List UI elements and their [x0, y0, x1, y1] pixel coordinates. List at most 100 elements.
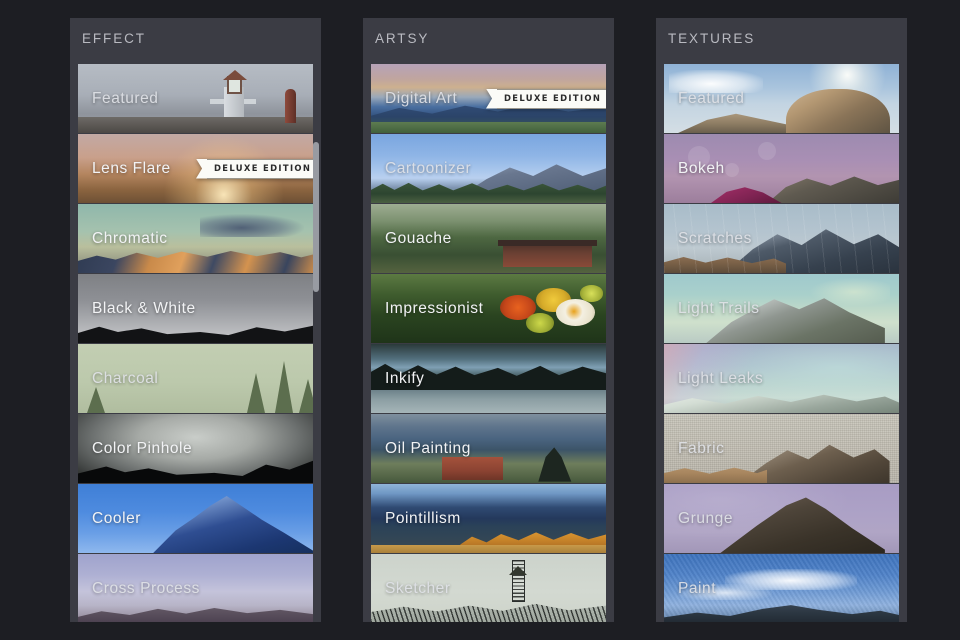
filter-tile-featured[interactable]: Featured [664, 64, 899, 133]
panel-header-textures: TEXTURES [656, 18, 907, 58]
filter-label: Chromatic [92, 229, 168, 247]
badge-label: DELUXE EDITION [214, 163, 312, 174]
filter-tile-cooler[interactable]: Cooler [78, 484, 313, 553]
ridge-shape [78, 250, 313, 273]
filter-tile-gouache[interactable]: Gouache [371, 204, 606, 273]
filter-label: Light Leaks [678, 369, 764, 387]
pine-tree-shape [247, 373, 266, 413]
barn-roof-shape [497, 239, 597, 247]
filter-tile-color-pinhole[interactable]: Color Pinhole [78, 414, 313, 483]
ribbon-body: DELUXE EDITION [207, 158, 313, 179]
pine-tree-shape [275, 361, 294, 413]
panel-header-artsy: ARTSY [363, 18, 614, 58]
vertical-scrollbar-track[interactable] [312, 64, 320, 620]
pine-tree-shape [298, 379, 313, 413]
barn-shape [502, 242, 592, 268]
filter-label: Featured [92, 89, 159, 107]
filter-tile-oil-painting[interactable]: Oil Painting [371, 414, 606, 483]
silo-shape [284, 88, 296, 123]
filter-tile-cross-process[interactable]: Cross Process [78, 554, 313, 622]
filter-tile-scratches[interactable]: Scratches [664, 204, 899, 273]
cloud-shape [200, 213, 304, 238]
ribbon-left-end-icon [486, 88, 497, 109]
panel-title: EFFECT [82, 30, 146, 46]
panel-title: ARTSY [375, 30, 430, 46]
deluxe-edition-badge: DELUXE EDITION [196, 158, 313, 179]
filter-tile-bokeh[interactable]: Bokeh [664, 134, 899, 203]
filter-tile-pointillism[interactable]: Pointillism [371, 484, 606, 553]
filter-tile-light-leaks[interactable]: Light Leaks [664, 344, 899, 413]
filter-label: Grunge [678, 509, 733, 527]
panel-artsy: ARTSY Digital Art DELUXE EDITION Cartoon… [363, 18, 614, 622]
cloud-shape [725, 569, 857, 590]
bokeh-dot-shape [758, 142, 776, 161]
filter-label: Scratches [678, 229, 752, 247]
filter-tile-featured[interactable]: Featured [78, 64, 313, 133]
peak-shape [720, 497, 885, 553]
filter-tile-chromatic[interactable]: Chromatic [78, 204, 313, 273]
flower-cluster-shape [493, 280, 604, 338]
lighthouse-base-shape [78, 117, 313, 133]
lighthouse-roof-shape [508, 565, 527, 575]
filter-tile-black-and-white[interactable]: Black & White [78, 274, 313, 343]
tile-list-effect[interactable]: Featured Lens Flare DELUXE EDITION Chrom… [78, 64, 313, 622]
water-shape [371, 389, 606, 413]
ribbon-left-end-icon [196, 158, 207, 179]
bokeh-dot-shape [725, 162, 740, 177]
tile-list-artsy[interactable]: Digital Art DELUXE EDITION Cartoonizer G… [371, 64, 606, 622]
panel-title: TEXTURES [668, 30, 756, 46]
filter-label: Featured [678, 89, 745, 107]
filter-label: Charcoal [92, 369, 159, 387]
filter-label: Impressionist [385, 299, 484, 317]
filter-tile-cartoonizer[interactable]: Cartoonizer [371, 134, 606, 203]
filter-tile-light-trails[interactable]: Light Trails [664, 274, 899, 343]
house-shape [441, 456, 503, 481]
filter-label: Cross Process [92, 579, 200, 597]
filter-label: Lens Flare [92, 159, 171, 177]
mountain-shape [153, 496, 313, 553]
filter-label: Digital Art [385, 89, 458, 107]
filter-label: Fabric [678, 439, 725, 457]
sketch-hatching-shape [371, 603, 606, 622]
tile-list-textures[interactable]: Featured Bokeh Scratches Light Trails Li… [664, 64, 899, 622]
filter-label: Paint [678, 579, 717, 597]
rock-shape [767, 176, 899, 203]
shore-shape [371, 544, 606, 553]
panel-effect: EFFECT Featured Lens Flare DELUXE EDITIO… [70, 18, 321, 622]
ribbon-body: DELUXE EDITION [497, 88, 606, 109]
filter-tile-inkify[interactable]: Inkify [371, 344, 606, 413]
vertical-scrollbar-thumb[interactable] [313, 141, 319, 292]
filter-label: Cartoonizer [385, 159, 472, 177]
foreground-ridge-shape [664, 467, 768, 483]
leaf-shape [525, 313, 554, 333]
filter-tile-grunge[interactable]: Grunge [664, 484, 899, 553]
filter-label: Pointillism [385, 509, 461, 527]
filter-label: Color Pinhole [92, 439, 193, 457]
leaf-shape [579, 285, 604, 302]
filter-label: Oil Painting [385, 439, 471, 457]
pine-tree-shape [87, 387, 106, 413]
filter-tile-lens-flare[interactable]: Lens Flare DELUXE EDITION [78, 134, 313, 203]
filter-tile-impressionist[interactable]: Impressionist [371, 274, 606, 343]
filter-tile-digital-art[interactable]: Digital Art DELUXE EDITION [371, 64, 606, 133]
panel-header-effect: EFFECT [70, 18, 321, 58]
hills-silhouette-shape [78, 325, 313, 343]
deluxe-edition-badge: DELUXE EDITION [486, 88, 606, 109]
filter-label: Bokeh [678, 159, 725, 177]
tree-shape [538, 447, 572, 482]
field-shape [371, 121, 606, 133]
filter-tile-fabric[interactable]: Fabric [664, 414, 899, 483]
filter-label: Light Trails [678, 299, 760, 317]
filter-tile-charcoal[interactable]: Charcoal [78, 344, 313, 413]
filter-tile-paint[interactable]: Paint [664, 554, 899, 622]
filter-label: Black & White [92, 299, 196, 317]
filter-label: Cooler [92, 509, 141, 527]
ridge-shape [78, 607, 313, 622]
filter-tile-sketcher[interactable]: Sketcher [371, 554, 606, 622]
filter-browser: EFFECT Featured Lens Flare DELUXE EDITIO… [0, 0, 960, 640]
filter-label: Gouache [385, 229, 452, 247]
flower-shape [555, 299, 595, 326]
badge-label: DELUXE EDITION [504, 93, 602, 104]
rock-dome-shape [786, 88, 890, 133]
filter-label: Sketcher [385, 579, 451, 597]
